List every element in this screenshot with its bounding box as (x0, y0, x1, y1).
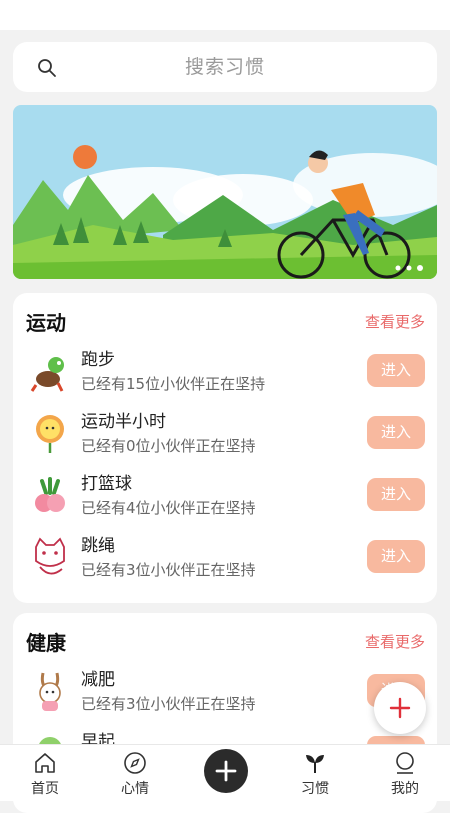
section-card-exercise: 运动 查看更多 跑步 已经有15位小伙伴正在坚持 进入 运动半小时 已经有0位小… (13, 293, 437, 603)
status-bar (0, 0, 450, 30)
floating-add-button[interactable] (374, 682, 426, 734)
tab-home[interactable]: 首页 (0, 745, 90, 801)
habit-row[interactable]: 跑步 已经有15位小伙伴正在坚持 进入 (13, 341, 437, 403)
habit-name: 跑步 (81, 350, 115, 370)
search-placeholder: 搜索习惯 (184, 56, 265, 78)
enter-button[interactable]: 进入 (367, 478, 425, 511)
section-title: 健康 (26, 631, 66, 655)
habit-participants: 已经有0位小伙伴正在坚持 (81, 437, 256, 455)
search-bar[interactable]: 搜索习惯 (13, 42, 437, 92)
plus-icon (215, 760, 237, 782)
habit-row[interactable]: 运动半小时 已经有0位小伙伴正在坚持 进入 (13, 403, 437, 465)
enter-button[interactable]: 进入 (367, 540, 425, 573)
plus-icon (389, 697, 411, 719)
cat-icon (35, 537, 65, 575)
see-more-link[interactable]: 查看更多 (365, 311, 425, 332)
banner-carousel[interactable] (13, 105, 437, 279)
habit-participants: 已经有15位小伙伴正在坚持 (81, 375, 266, 393)
tab-label: 心情 (121, 781, 149, 797)
tab-label: 习惯 (301, 781, 329, 797)
tab-label: 我的 (391, 781, 419, 797)
habit-row[interactable]: 跳绳 已经有3位小伙伴正在坚持 进入 (13, 527, 437, 589)
tab-mood[interactable]: 心情 (90, 745, 180, 801)
bottom-tab-bar: 首页 心情 习惯 我的 (0, 744, 450, 801)
radish-icon (35, 477, 65, 512)
home-icon (35, 753, 55, 773)
cyclist-illustration (13, 105, 437, 279)
compass-icon (124, 752, 146, 774)
habit-name: 打篮球 (81, 474, 132, 494)
habit-name: 运动半小时 (81, 412, 166, 432)
habit-row[interactable]: 打篮球 已经有4位小伙伴正在坚持 进入 (13, 465, 437, 527)
section-title: 运动 (26, 311, 66, 335)
add-circle-button[interactable] (204, 749, 248, 793)
user-icon (396, 752, 414, 774)
habit-participants: 已经有4位小伙伴正在坚持 (81, 499, 256, 517)
habit-participants: 已经有3位小伙伴正在坚持 (81, 561, 256, 579)
tab-label: 首页 (31, 781, 59, 797)
sprout-icon (306, 755, 324, 773)
habit-name: 减肥 (81, 670, 115, 690)
habit-name: 跳绳 (81, 536, 115, 556)
bunny-icon (39, 672, 61, 711)
enter-button[interactable]: 进入 (367, 416, 425, 449)
enter-button[interactable]: 进入 (367, 354, 425, 387)
tab-add[interactable] (180, 745, 270, 801)
tab-mine[interactable]: 我的 (360, 745, 450, 801)
tab-habits[interactable]: 习惯 (270, 745, 360, 801)
habit-participants: 已经有3位小伙伴正在坚持 (81, 695, 256, 713)
dinosaur-runner-icon (30, 357, 64, 392)
sun-flower-icon (36, 415, 64, 453)
see-more-link[interactable]: 查看更多 (365, 631, 425, 652)
